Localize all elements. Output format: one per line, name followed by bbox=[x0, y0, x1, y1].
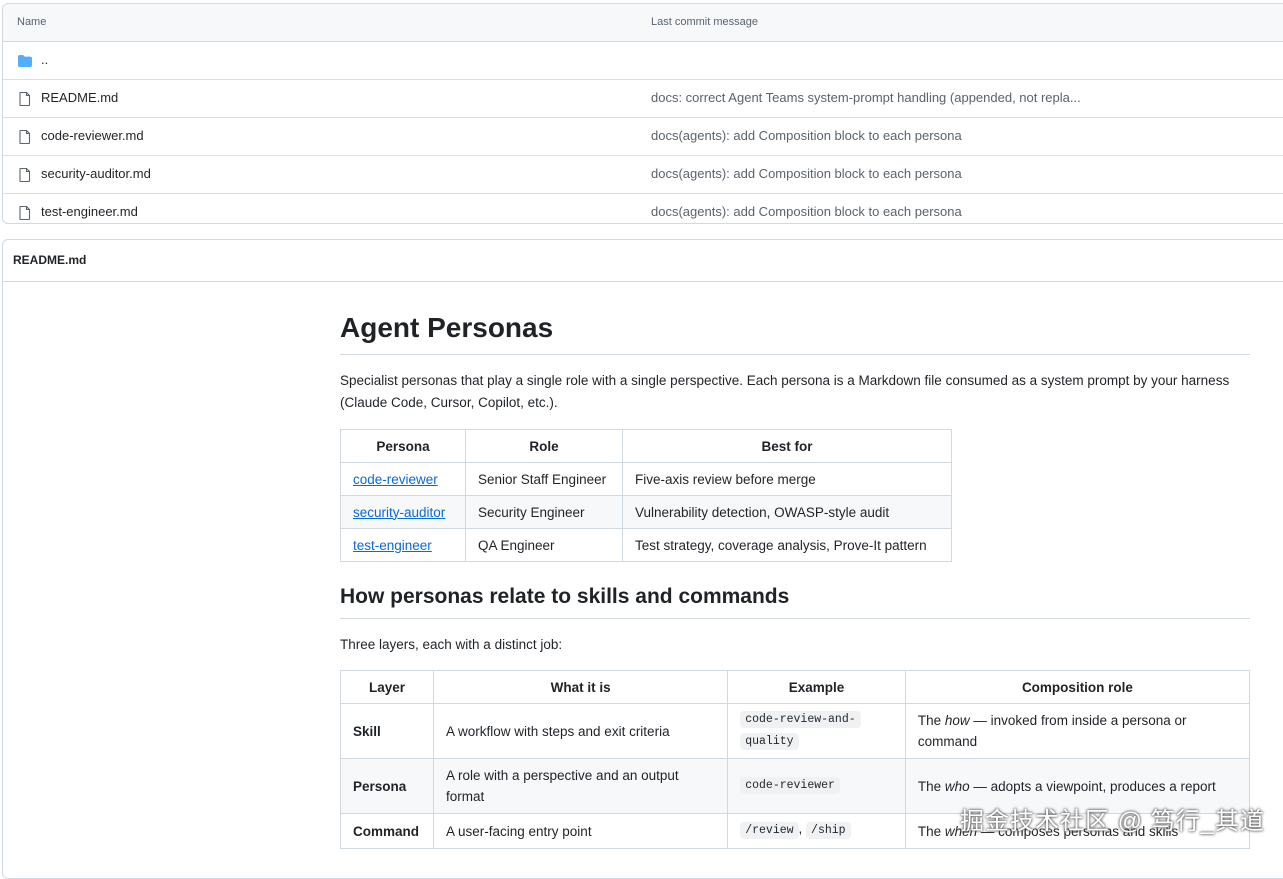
inline-code: code-review-and- bbox=[740, 711, 861, 728]
section-heading: How personas relate to skills and comman… bbox=[340, 583, 1250, 619]
file-list: Name Last commit message .. README.md do… bbox=[2, 3, 1283, 224]
column-header-commit-message: Last commit message bbox=[651, 16, 758, 28]
inline-code: code-reviewer bbox=[740, 777, 840, 794]
personas-table: Persona Role Best for code-reviewer Seni… bbox=[340, 429, 952, 562]
table-cell: A role with a perspective and an output … bbox=[432, 758, 729, 814]
table-cell: A workflow with steps and exit criteria bbox=[432, 703, 729, 759]
intro-paragraph: Specialist personas that play a single r… bbox=[340, 373, 1230, 410]
example-cell: code-reviewer bbox=[727, 758, 906, 814]
commit-message-link[interactable]: docs(agents): add Composition block to e… bbox=[651, 204, 962, 219]
file-row[interactable]: test-engineer.md docs(agents): add Compo… bbox=[3, 194, 1283, 223]
table-cell: Vulnerability detection, OWASP-style aud… bbox=[622, 495, 952, 529]
persona-link-code-reviewer[interactable]: code-reviewer bbox=[353, 472, 438, 487]
table-row: code-reviewer Senior Staff Engineer Five… bbox=[340, 462, 952, 496]
table-cell: Skill bbox=[340, 703, 434, 759]
table-row: security-auditor Security Engineer Vulne… bbox=[340, 495, 952, 529]
readme-filename[interactable]: README.md bbox=[13, 253, 86, 267]
file-icon bbox=[19, 129, 31, 145]
cell-emphasis: how bbox=[944, 713, 970, 728]
cell-emphasis: who bbox=[944, 778, 970, 794]
file-icon bbox=[19, 91, 31, 107]
file-name-link[interactable]: security-auditor.md bbox=[41, 166, 151, 181]
parent-directory-row[interactable]: .. bbox=[3, 42, 1283, 80]
file-list-header: Name Last commit message bbox=[3, 4, 1283, 42]
cell-text: The bbox=[917, 778, 945, 794]
table-cell: Five-axis review before merge bbox=[622, 462, 952, 496]
markdown-body: Agent Personas Specialist personas that … bbox=[340, 310, 1251, 849]
table-cell: QA Engineer bbox=[465, 528, 623, 562]
readme-header: README.md bbox=[3, 240, 1283, 282]
composition-cell: The how — invoked from inside a persona … bbox=[904, 703, 1251, 759]
table-row: test-engineer QA Engineer Test strategy,… bbox=[340, 528, 952, 562]
example-separator: , bbox=[798, 821, 807, 836]
file-row[interactable]: security-auditor.md docs(agents): add Co… bbox=[3, 156, 1283, 194]
cell-text: — adopts a viewpoint, produces a report bbox=[969, 778, 1216, 794]
commit-message-link[interactable]: docs(agents): add Composition block to e… bbox=[651, 128, 962, 143]
readme-panel: README.md Agent Personas Specialist pers… bbox=[2, 239, 1283, 879]
parent-directory-link[interactable]: .. bbox=[41, 52, 48, 67]
table-header: Example bbox=[727, 670, 906, 704]
section-paragraph: Three layers, each with a distinct job: bbox=[340, 637, 563, 652]
table-cell: Persona bbox=[340, 758, 434, 814]
commit-message-link[interactable]: docs(agents): add Composition block to e… bbox=[651, 166, 962, 181]
table-cell: Security Engineer bbox=[465, 495, 623, 529]
table-cell: Test strategy, coverage analysis, Prove-… bbox=[622, 528, 952, 562]
example-cell: code-review-and- quality bbox=[727, 703, 906, 759]
table-header-row: Persona Role Best for bbox=[340, 429, 952, 463]
example-cell: /review, /ship bbox=[727, 813, 906, 849]
persona-link-test-engineer[interactable]: test-engineer bbox=[353, 538, 432, 553]
column-header-name: Name bbox=[17, 16, 47, 28]
table-row: Skill A workflow with steps and exit cri… bbox=[340, 703, 1251, 759]
file-name-link[interactable]: test-engineer.md bbox=[41, 204, 138, 219]
commit-message-link[interactable]: docs: correct Agent Teams system-prompt … bbox=[651, 90, 1081, 105]
folder-icon bbox=[18, 55, 32, 67]
table-header: What it is bbox=[432, 670, 729, 704]
page-title: Agent Personas bbox=[340, 310, 1250, 355]
table-header: Persona bbox=[340, 429, 466, 463]
persona-link-security-auditor[interactable]: security-auditor bbox=[353, 505, 445, 520]
inline-code: /ship bbox=[806, 822, 851, 839]
file-name-link[interactable]: README.md bbox=[41, 90, 118, 105]
inline-code: /review bbox=[740, 822, 799, 839]
table-cell: Senior Staff Engineer bbox=[465, 462, 623, 496]
table-header: Best for bbox=[622, 429, 952, 463]
file-icon bbox=[19, 205, 31, 221]
cell-text: The bbox=[917, 823, 945, 839]
table-header: Composition role bbox=[904, 670, 1251, 704]
table-header-row: Layer What it is Example Composition rol… bbox=[340, 670, 1251, 704]
file-icon bbox=[19, 167, 31, 183]
file-row[interactable]: code-reviewer.md docs(agents): add Compo… bbox=[3, 118, 1283, 156]
table-header: Role bbox=[465, 429, 623, 463]
inline-code: quality bbox=[740, 733, 799, 750]
table-header: Layer bbox=[340, 670, 434, 704]
file-name-link[interactable]: code-reviewer.md bbox=[41, 128, 144, 143]
cell-text: The bbox=[917, 713, 945, 728]
table-cell: A user-facing entry point bbox=[432, 813, 729, 849]
file-row[interactable]: README.md docs: correct Agent Teams syst… bbox=[3, 80, 1283, 118]
table-cell: Command bbox=[340, 813, 434, 849]
watermark: 掘金技术社区 @ 笃行_其道 bbox=[960, 808, 1266, 835]
